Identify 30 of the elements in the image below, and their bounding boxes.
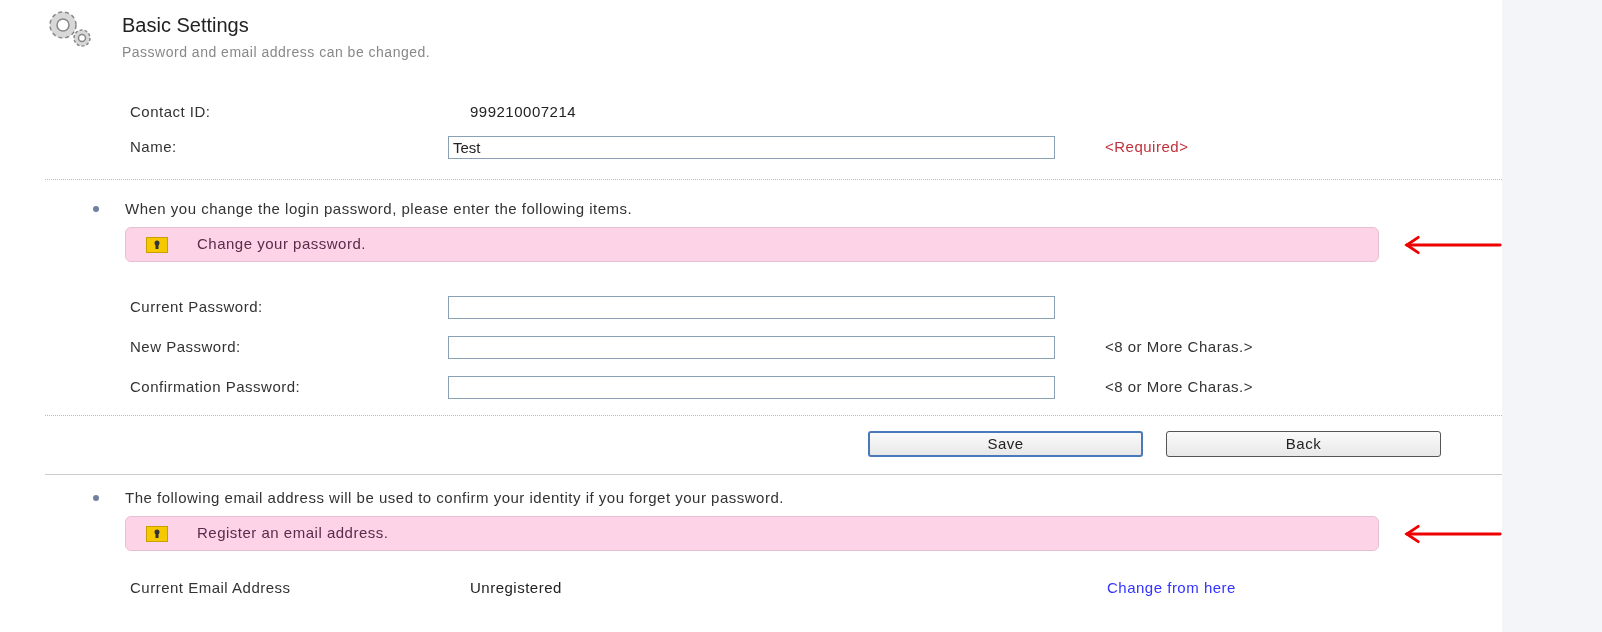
arrow-icon xyxy=(1402,234,1502,255)
text-input[interactable] xyxy=(448,375,1055,399)
text-input[interactable] xyxy=(448,295,1055,319)
page-subtitle: Password and email address can be changed. xyxy=(122,43,432,62)
arrow-icon xyxy=(1402,523,1502,544)
field-label: Confirmation Password: xyxy=(129,376,302,397)
section-note: When you change the login password, please enter the following items. xyxy=(125,198,633,219)
field-value: 999210007214 xyxy=(469,101,577,122)
section-note: The following email address will be used to confirm your identity if you forget your password. xyxy=(125,487,784,508)
banner-text: Change your password. xyxy=(197,234,366,255)
field-label: New Password: xyxy=(129,336,242,357)
bullet-icon xyxy=(93,495,99,501)
page-title: Basic Settings xyxy=(122,13,250,38)
field-label: Current Password: xyxy=(129,296,264,317)
field-value: Unregistered xyxy=(469,577,562,598)
text-input[interactable] xyxy=(448,335,1055,359)
field-hint: <Required> xyxy=(1105,136,1189,157)
bullet-icon xyxy=(93,206,99,212)
field-label: Name: xyxy=(129,136,178,157)
field-hint: <8 or More Charas.> xyxy=(1105,336,1253,357)
field-label: Contact ID: xyxy=(129,101,212,122)
field-label: Current Email Address xyxy=(129,577,292,598)
banner-text: Register an email address. xyxy=(197,523,389,544)
field-hint: <8 or More Charas.> xyxy=(1105,376,1253,397)
key-icon xyxy=(146,236,168,253)
action-button[interactable]: Save xyxy=(868,431,1143,457)
change-link[interactable]: Change from here xyxy=(1107,576,1236,600)
text-input[interactable]: Test xyxy=(448,135,1055,159)
action-button[interactable]: Back xyxy=(1166,431,1441,457)
key-icon xyxy=(146,525,168,542)
